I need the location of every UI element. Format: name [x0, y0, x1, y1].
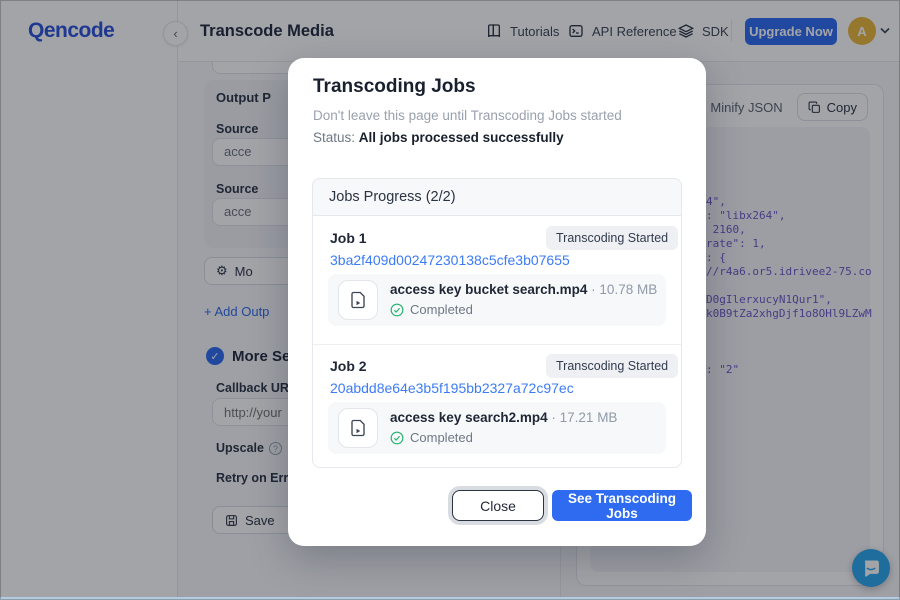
status-line: Status: All jobs processed successfully — [313, 130, 564, 145]
jobs-progress-header: Jobs Progress (2/2) — [312, 178, 682, 216]
modal-title: Transcoding Jobs — [313, 76, 476, 97]
check-circle-icon — [390, 431, 404, 444]
modal-subtitle: Don't leave this page until Transcoding … — [313, 108, 622, 123]
job-2-name: Job 2 — [330, 358, 367, 374]
job-2-file-name: access key search2.mp4 · 17.21 MB — [390, 410, 618, 425]
video-file-icon — [338, 280, 378, 320]
job-2-id-link[interactable]: 20abdd8e64e3b5f195bb2327a72c97ec — [330, 380, 574, 396]
job-1-id-link[interactable]: 3ba2f409d00247230138c5cfe3b07655 — [330, 252, 570, 268]
job-2-file-status: Completed — [390, 430, 473, 445]
close-button[interactable]: Close — [452, 490, 544, 521]
job-2-status-badge: Transcoding Started — [546, 354, 679, 378]
jobs-divider — [313, 344, 681, 345]
status-value: All jobs processed successfully — [358, 130, 564, 145]
job-1-status-badge: Transcoding Started — [546, 226, 679, 250]
video-file-icon — [338, 408, 378, 448]
check-circle-icon — [390, 303, 404, 316]
job-1-file-name: access key bucket search.mp4 · 10.78 MB — [390, 282, 658, 297]
job-1-file-status: Completed — [390, 302, 473, 317]
job-1-name: Job 1 — [330, 230, 367, 246]
see-transcoding-jobs-button[interactable]: See Transcoding Jobs — [552, 490, 692, 521]
